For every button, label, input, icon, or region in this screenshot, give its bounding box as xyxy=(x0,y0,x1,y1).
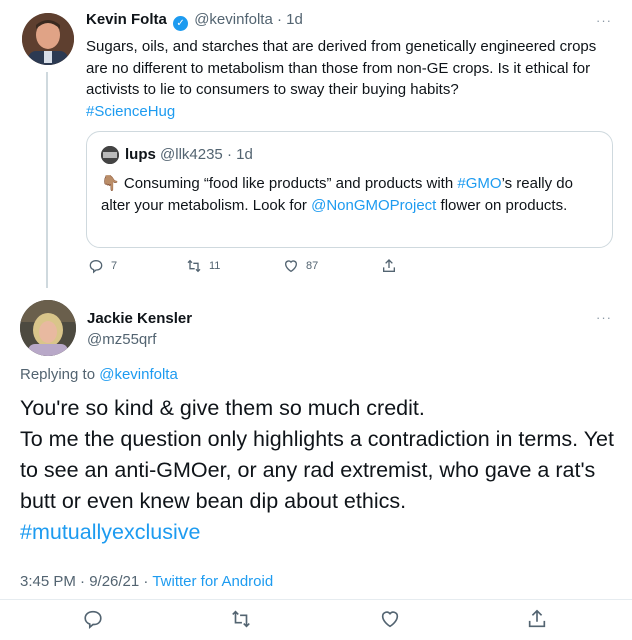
retweet-button[interactable] xyxy=(230,608,252,630)
more-icon[interactable]: ··· xyxy=(596,310,612,325)
reply-icon xyxy=(84,610,102,630)
hashtag-link[interactable]: #mutuallyexclusive xyxy=(20,517,620,548)
tweet1-header: Kevin Folta ✓ @kevinfolta · 1d xyxy=(86,11,303,31)
tweet1-time[interactable]: 1d xyxy=(286,11,303,28)
reply-count: 7 xyxy=(111,260,118,272)
hashtag-link[interactable]: #GMO xyxy=(457,175,501,192)
more-icon[interactable]: ··· xyxy=(596,13,612,28)
share-button[interactable] xyxy=(381,258,397,274)
tweet2-line2: To me the question only highlights a con… xyxy=(20,427,614,513)
tweet2-author-name[interactable]: Jackie Kensler xyxy=(87,310,192,327)
tweet2-line1: You're so kind & give them so much credi… xyxy=(20,396,425,420)
lups-avatar[interactable] xyxy=(101,146,119,164)
quoted-tweet-time: 1d xyxy=(236,146,253,163)
pointing-down-emoji: 👇🏽 xyxy=(101,175,120,192)
tweet2-timestamp: 3:45 PM · 9/26/21 · Twitter for Android xyxy=(20,573,274,590)
thread-connector-line xyxy=(46,72,48,288)
verified-badge-icon: ✓ xyxy=(173,16,189,31)
like-icon xyxy=(381,611,399,628)
retweet-button[interactable]: 11 xyxy=(186,258,220,274)
quoted-tweet-text: 👇🏽 Consuming “food like products” and pr… xyxy=(101,175,573,214)
reply-button[interactable]: 7 xyxy=(88,258,117,274)
retweet-icon xyxy=(187,259,201,273)
tweet1-author-handle[interactable]: @kevinfolta xyxy=(194,11,273,28)
share-icon xyxy=(528,609,546,628)
kevin-folta-avatar[interactable] xyxy=(22,13,74,65)
replying-to-line: Replying to @kevinfolta xyxy=(20,366,178,383)
share-icon xyxy=(383,259,395,272)
source-link[interactable]: Twitter for Android xyxy=(152,573,273,590)
retweet-count: 11 xyxy=(209,260,221,272)
quoted-tweet-card[interactable]: lups @llk4235 · 1d 👇🏽 Consuming “food li… xyxy=(86,131,613,248)
reply-button[interactable] xyxy=(82,608,104,630)
tweet1-author-name[interactable]: Kevin Folta xyxy=(86,11,167,28)
divider xyxy=(0,599,632,600)
like-button[interactable]: 87 xyxy=(283,258,318,274)
jackie-kensler-avatar[interactable] xyxy=(20,300,76,356)
tweet2-text: You're so kind & give them so much credi… xyxy=(20,393,620,548)
share-button[interactable] xyxy=(526,608,548,630)
retweet-icon xyxy=(232,610,250,628)
tweet1-text: Sugars, oils, and starches that are deri… xyxy=(86,38,597,121)
hashtag-link[interactable]: #ScienceHug xyxy=(86,103,175,120)
quoted-tweet-header: lups @llk4235 · 1d xyxy=(125,146,253,163)
like-button[interactable] xyxy=(379,608,401,630)
replying-to-mention[interactable]: @kevinfolta xyxy=(99,366,178,383)
like-count: 87 xyxy=(306,260,319,272)
reply-icon xyxy=(89,259,103,274)
tweet2-author-handle[interactable]: @mz55qrf xyxy=(87,331,156,348)
like-icon xyxy=(284,260,298,273)
quoted-author-handle: @llk4235 xyxy=(160,146,223,163)
mention-link[interactable]: @NonGMOProject xyxy=(311,197,436,214)
quoted-author-name: lups xyxy=(125,146,156,163)
